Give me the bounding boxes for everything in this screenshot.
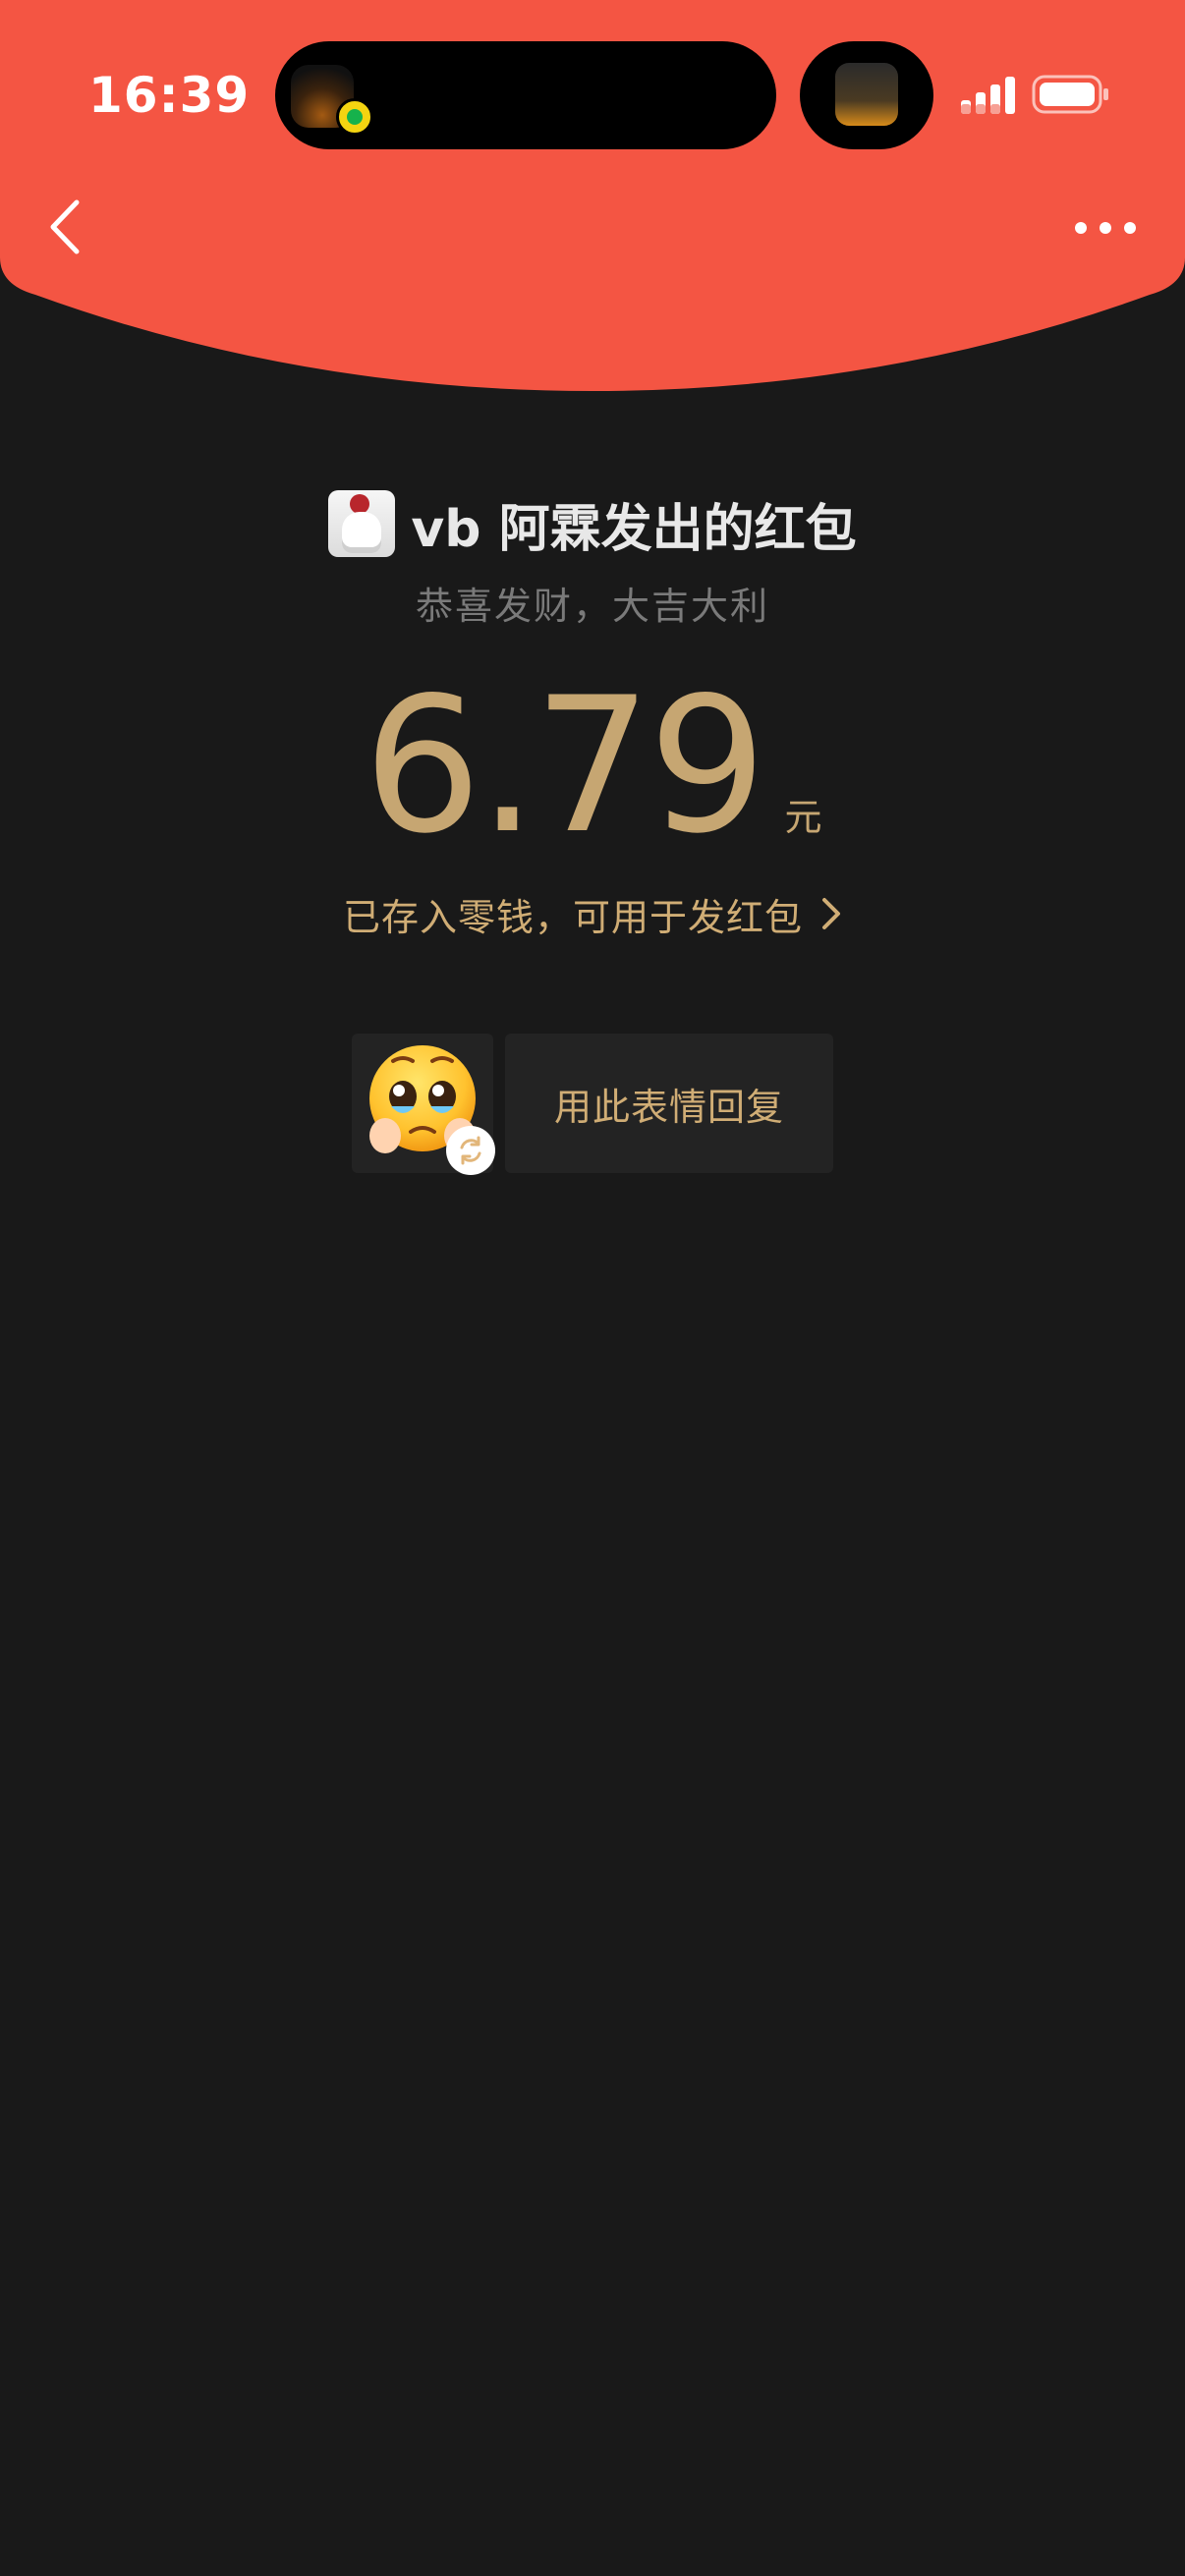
refresh-arrows-icon: [460, 1136, 481, 1165]
dynamic-island-secondary[interactable]: [800, 41, 933, 149]
back-button[interactable]: [35, 193, 94, 261]
sender-row: vb 阿霖发出的红包: [0, 487, 1185, 560]
refresh-icon[interactable]: [446, 1126, 495, 1175]
sender-avatar[interactable]: [328, 490, 396, 557]
amount-unit: 元: [784, 796, 822, 839]
app-badge-icon: [336, 98, 373, 136]
amount-value: 6.79: [363, 657, 766, 874]
reply-with-emoji-label: 用此表情回复: [553, 1085, 784, 1129]
red-packet-detail-page: 16:39 vb 阿霖发出的红包 恭喜发财，大吉大利 6.79 元 已存入零钱，…: [0, 0, 1185, 2576]
emoji-tile[interactable]: [352, 1034, 495, 1175]
live-activity-thumbnail-secondary: [835, 63, 898, 126]
sender-title: vb 阿霖发出的红包: [411, 499, 857, 559]
status-time: 16:39: [88, 67, 251, 124]
cellular-signal-icon: [961, 77, 1015, 114]
chevron-right-icon: [822, 898, 840, 929]
saved-to-balance-text: 已存入零钱，可用于发红包: [342, 895, 803, 939]
greeting-message: 恭喜发财，大吉大利: [415, 585, 769, 628]
more-button[interactable]: [1071, 206, 1140, 250]
saved-to-balance-link[interactable]: 已存入零钱，可用于发红包: [0, 884, 1185, 943]
reply-with-emoji-button[interactable]: 用此表情回复: [505, 1034, 833, 1173]
amount-row: 6.79 元: [0, 657, 1185, 874]
battery-icon: [1032, 75, 1108, 114]
dynamic-island[interactable]: [275, 41, 776, 149]
